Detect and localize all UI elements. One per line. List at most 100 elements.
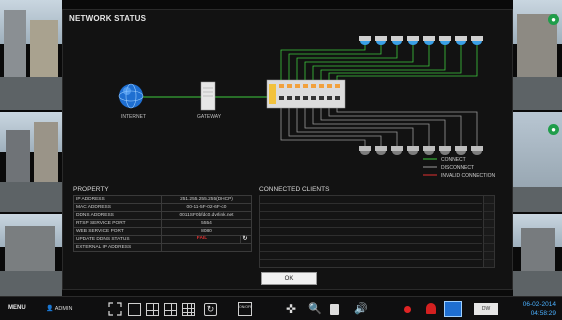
property-key: RTSP SERVICE PORT — [73, 219, 162, 228]
gateway-label: GATEWAY — [197, 114, 222, 120]
clock-time: 04:58:29 — [530, 310, 556, 317]
volume-icon[interactable]: 🔊 — [354, 302, 368, 316]
camera-feed-3[interactable] — [0, 214, 62, 296]
ok-button[interactable]: OK — [261, 272, 317, 285]
legend-invalid: INVALID CONNECTION — [441, 173, 495, 179]
recording-badge-icon: ● — [548, 124, 559, 135]
clients-title: CONNECTED CLIENTS — [259, 186, 330, 193]
list-item[interactable] — [260, 228, 482, 236]
list-item[interactable] — [260, 252, 482, 260]
list-item[interactable] — [260, 220, 482, 228]
list-item[interactable] — [260, 196, 482, 204]
property-value: 8080 — [161, 227, 252, 236]
gateway-server-icon — [200, 81, 216, 111]
property-value: 00-11-5F-02-6F-c0 — [161, 203, 252, 212]
dome-camera-icon — [423, 36, 435, 45]
fullscreen-icon[interactable] — [108, 302, 122, 316]
clock: 06-02-2014 04:58:29 — [523, 300, 556, 318]
table-row: DDNS ADDRESS 0011SF0bfdc0.dvrlink.net — [73, 211, 252, 220]
list-item[interactable] — [260, 236, 482, 244]
property-key: EXTERNAL IP ADDRESS — [73, 243, 162, 252]
property-key: DDNS ADDRESS — [73, 211, 162, 220]
dome-camera-icon — [439, 36, 451, 45]
layout-16-icon[interactable] — [182, 303, 195, 316]
camera-feed-1[interactable] — [0, 0, 62, 110]
internet-globe-icon — [118, 83, 144, 109]
property-key: IP ADDRESS — [73, 195, 162, 204]
network-switch-icon — [266, 79, 346, 109]
property-value: 5554 — [161, 219, 252, 228]
dome-camera-icon — [391, 146, 403, 155]
property-table: IP ADDRESS 251.255.255.255(DHCP) MAC ADDR… — [73, 195, 252, 252]
property-panel: PROPERTY IP ADDRESS 251.255.255.255(DHCP)… — [73, 186, 252, 266]
menu-button[interactable]: MENU — [8, 305, 26, 311]
sequence-icon[interactable]: ↻ — [204, 303, 217, 316]
user-icon: 👤 — [46, 306, 54, 312]
ptz-icon[interactable]: ✜ — [286, 302, 296, 316]
property-title: PROPERTY — [73, 186, 109, 193]
property-key: WEB SERVICE PORT — [73, 227, 162, 236]
list-item[interactable] — [260, 244, 482, 252]
snapshot-icon[interactable] — [330, 304, 339, 315]
audio-toggle-button[interactable]: ON/OFF — [238, 302, 252, 316]
camera-connect-links — [280, 44, 478, 80]
list-item[interactable] — [260, 212, 482, 220]
property-value: 251.255.255.255(DHCP) — [161, 195, 252, 204]
network-status-icon[interactable] — [444, 301, 462, 317]
property-value: 0011SF0bfdc0.dvrlink.net — [161, 211, 252, 220]
recording-badge-icon: ● — [548, 14, 559, 25]
layout-9-icon[interactable] — [164, 303, 177, 316]
dome-camera-icon — [455, 146, 467, 155]
layout-1-icon[interactable] — [128, 303, 141, 316]
clock-date: 06-02-2014 — [522, 301, 556, 308]
dome-camera-icon — [359, 146, 371, 155]
camera-row-connected — [359, 36, 483, 45]
refresh-ddns-button[interactable]: ↻ — [240, 236, 249, 243]
camera-disconnect-links — [280, 108, 478, 146]
table-row: IP ADDRESS 251.255.255.255(DHCP) — [73, 195, 252, 204]
dvr-screen: ● ● NETWORK STATUS INTERNET GATEWAY CONN… — [0, 0, 562, 320]
dome-camera-icon — [407, 146, 419, 155]
dome-camera-icon — [407, 36, 419, 45]
network-topology-diagram: INTERNET GATEWAY CONNECT DISCONNECT INVA… — [118, 36, 495, 179]
table-row: RTSP SERVICE PORT 5554 — [73, 219, 252, 228]
layout-4-icon[interactable] — [146, 303, 159, 316]
taskbar: MENU 👤 ADMIN ↻ ON/OFF ✜ 🔍 🔊 DW 06-02-201… — [0, 296, 562, 320]
ddns-status-cell: FAIL ↻ — [161, 235, 252, 244]
camera-feed-6[interactable] — [513, 214, 562, 296]
camera-feed-2[interactable] — [0, 112, 62, 212]
dome-camera-icon — [471, 146, 483, 155]
connected-clients-panel: CONNECTED CLIENTS — [259, 186, 495, 268]
clients-list[interactable] — [259, 195, 495, 268]
dome-camera-icon — [375, 146, 387, 155]
dome-camera-icon — [439, 146, 451, 155]
internet-label: INTERNET — [121, 114, 146, 120]
table-row: MAC ADDRESS 00-11-5F-02-6F-c0 — [73, 203, 252, 212]
ddns-status-value: FAIL — [196, 236, 208, 241]
dome-camera-icon — [423, 146, 435, 155]
user-label[interactable]: 👤 ADMIN — [46, 305, 72, 312]
property-key: UPDATE DDNS STATUS — [73, 235, 162, 244]
dome-camera-icon — [359, 36, 371, 45]
network-status-dialog: NETWORK STATUS INTERNET GATEWAY CONNECT … — [62, 9, 513, 290]
table-row: UPDATE DDNS STATUS FAIL ↻ — [73, 235, 252, 244]
dw-button[interactable]: DW — [474, 303, 498, 315]
legend-disconnect: DISCONNECT — [441, 165, 474, 171]
dome-camera-icon — [391, 36, 403, 45]
alarm-icon[interactable] — [426, 303, 436, 314]
table-row: EXTERNAL IP ADDRESS — [73, 243, 252, 252]
dome-camera-icon — [471, 36, 483, 45]
dome-camera-icon — [455, 36, 467, 45]
legend-connect: CONNECT — [441, 157, 466, 163]
clients-scrollbar[interactable] — [483, 196, 494, 267]
dome-camera-icon — [375, 36, 387, 45]
zoom-icon[interactable]: 🔍 — [308, 302, 322, 316]
user-name: ADMIN — [54, 306, 73, 312]
table-row: WEB SERVICE PORT 8080 — [73, 227, 252, 236]
property-key: MAC ADDRESS — [73, 203, 162, 212]
property-value — [161, 243, 252, 252]
list-item[interactable] — [260, 204, 482, 212]
camera-row-disconnected — [359, 146, 483, 155]
record-button[interactable] — [404, 306, 411, 313]
connection-legend: CONNECT DISCONNECT INVALID CONNECTION — [423, 157, 495, 179]
